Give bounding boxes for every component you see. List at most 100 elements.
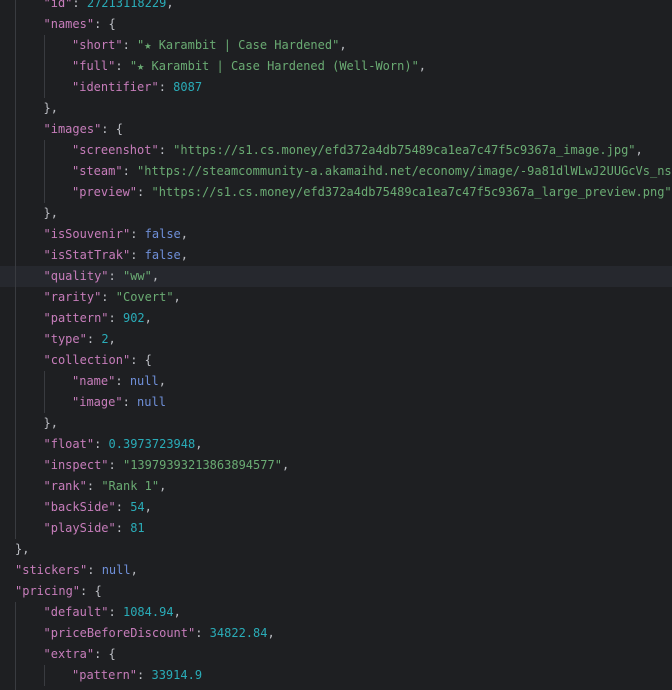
code-text: "names": { [44, 14, 116, 35]
indent-guide [15, 665, 16, 686]
code-line[interactable]: "short": "★ Karambit | Case Hardened", [0, 35, 672, 56]
punctuation: : { [80, 584, 102, 598]
code-line[interactable]: "identifier": 8087 [0, 77, 672, 98]
code-text: "float": 0.3973723948, [44, 434, 203, 455]
string-value: "Rank 1" [101, 479, 160, 493]
indent-guide [43, 371, 45, 392]
punctuation: }, [43, 101, 58, 115]
key: "rarity" [43, 290, 102, 304]
code-line[interactable]: "image": null [0, 392, 672, 413]
code-line[interactable]: }, [0, 539, 672, 560]
code-editor[interactable]: "id": 27213118229, "names": {"short": "★ … [0, 0, 672, 690]
key: "quality" [43, 269, 109, 283]
code-line[interactable]: "extra": { [0, 644, 672, 665]
code-text: "full": "★ Karambit | Case Hardened (Wel… [72, 56, 426, 77]
code-text: }, [44, 203, 58, 224]
code-text: "pricing": { [15, 581, 102, 602]
punctuation: : [115, 374, 130, 388]
code-line[interactable]: } [0, 686, 672, 690]
code-line[interactable]: "default": 1084.94, [0, 602, 672, 623]
code-text: "rank": "Rank 1", [44, 476, 167, 497]
code-text: "identifier": 8087 [72, 77, 202, 98]
punctuation: , [159, 479, 167, 493]
indent-guide [15, 98, 16, 119]
code-text: "inspect": "13979393213863894577", [44, 455, 290, 476]
punctuation: , [180, 248, 189, 262]
indent-guide [15, 14, 16, 35]
code-line[interactable]: "pricing": { [0, 581, 672, 602]
key: "pattern" [43, 311, 109, 325]
code-line[interactable]: "screenshot": "https://s1.cs.money/efd37… [0, 140, 672, 161]
code-line[interactable]: "quality": "ww", [0, 266, 672, 287]
string-value: "Covert" [115, 290, 174, 304]
string-value: "https://s1.cs.money/efd372a4db75489ca1e… [151, 185, 672, 199]
code-line[interactable]: "id": 27213118229, [0, 0, 672, 14]
code-line[interactable]: "float": 0.3973723948, [0, 434, 672, 455]
code-line[interactable]: }, [0, 413, 672, 434]
indent-guide [15, 77, 16, 98]
code-line[interactable]: "rank": "Rank 1", [0, 476, 672, 497]
code-line[interactable]: "pattern": 902, [0, 308, 672, 329]
code-line[interactable]: "type": 2, [0, 329, 672, 350]
punctuation: : [108, 311, 123, 325]
indent-guide [15, 392, 16, 413]
key: "identifier" [72, 80, 159, 94]
key: "pattern" [72, 668, 138, 682]
punctuation: , [158, 374, 166, 388]
code-text: "collection": { [44, 350, 152, 371]
key: "pricing" [15, 584, 81, 598]
code-line[interactable]: "playSide": 81 [0, 518, 672, 539]
code-line[interactable]: }, [0, 98, 672, 119]
key: "names" [43, 17, 95, 31]
key: "isStatTrak" [43, 248, 131, 262]
code-text: }, [15, 539, 29, 560]
code-line[interactable]: "preview": "https://s1.cs.money/efd372a4… [0, 182, 672, 203]
indent-guide [15, 518, 16, 539]
code-line[interactable]: "name": null, [0, 371, 672, 392]
code-text: "id": 27213118229, [44, 0, 174, 14]
indent-guide [15, 182, 16, 203]
key: "full" [72, 59, 116, 73]
string-value: "★ Karambit | Case Hardened" [137, 38, 340, 52]
punctuation: : [86, 332, 102, 346]
code-line[interactable]: "pattern": 33914.9 [0, 665, 672, 686]
code-line[interactable]: "stickers": null, [0, 560, 672, 581]
punctuation: , [281, 458, 290, 472]
code-line[interactable]: "images": { [0, 119, 672, 140]
code-line[interactable]: "names": { [0, 14, 672, 35]
code-line[interactable]: "rarity": "Covert", [0, 287, 672, 308]
indent-guide [15, 245, 16, 266]
keyword-value: false [144, 248, 181, 262]
punctuation: , [144, 311, 152, 325]
punctuation: }, [15, 542, 30, 556]
number-value: 33914.9 [151, 668, 203, 682]
indent-guide [43, 392, 45, 413]
key: "playSide" [43, 521, 116, 535]
code-line[interactable]: "priceBeforeDiscount": 34822.84, [0, 623, 672, 644]
code-text: "steam": "https://steamcommunity-a.akama… [72, 161, 672, 182]
string-value: "https://steamcommunity-a.akamaihd.net/e… [137, 164, 672, 178]
key: "image" [72, 395, 123, 409]
code-line[interactable]: "steam": "https://steamcommunity-a.akama… [0, 161, 672, 182]
punctuation: : [94, 437, 109, 451]
indent-guide [15, 224, 16, 245]
punctuation: : [86, 479, 102, 493]
code-line[interactable]: "isSouvenir": false, [0, 224, 672, 245]
code-text: "default": 1084.94, [44, 602, 181, 623]
number-value: 34822.84 [209, 626, 268, 640]
indent-guide [15, 203, 16, 224]
key: "steam" [72, 164, 123, 178]
punctuation: : [115, 59, 130, 73]
code-line[interactable]: "isStatTrak": false, [0, 245, 672, 266]
key: "preview" [72, 185, 138, 199]
code-line[interactable]: "collection": { [0, 350, 672, 371]
code-line[interactable]: "full": "★ Karambit | Case Hardened (Wel… [0, 56, 672, 77]
code-line[interactable]: "backSide": 54, [0, 497, 672, 518]
code-text: "preview": "https://s1.cs.money/efd372a4… [72, 182, 672, 203]
keyword-value: false [144, 227, 181, 241]
code-text: "pattern": 902, [44, 308, 152, 329]
code-line[interactable]: "inspect": "13979393213863894577", [0, 455, 672, 476]
number-value: 27213118229 [86, 0, 167, 10]
code-line[interactable]: }, [0, 203, 672, 224]
code-text: "stickers": null, [15, 560, 138, 581]
